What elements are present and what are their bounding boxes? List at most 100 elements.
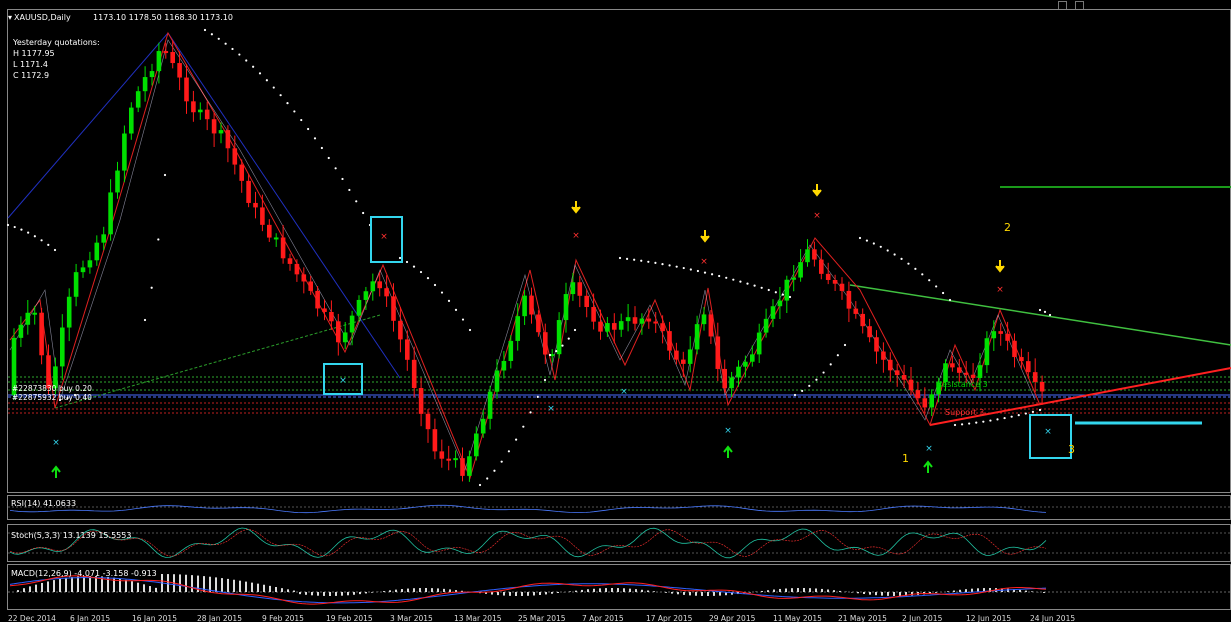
order-buy-1[interactable]: #22873830 buy 0.20 [12, 384, 92, 393]
psar-dot [836, 354, 839, 357]
candle-body [674, 350, 679, 360]
candle-body [846, 290, 852, 309]
psar-dot [640, 259, 643, 262]
candle-body [280, 237, 286, 259]
arrow-down-icon [571, 201, 581, 214]
psar-dot [829, 363, 832, 366]
psar-dot [419, 270, 423, 274]
candle-body [446, 458, 451, 461]
candle-body [301, 274, 307, 282]
candle-body [908, 379, 914, 391]
stoch-label: Stoch(5,3,3) 13.1139 15.5553 [11, 531, 131, 540]
candle-body [708, 314, 714, 337]
wave-label-1: 1 [902, 452, 909, 465]
candle-body [798, 262, 803, 278]
psar-dot [907, 262, 910, 265]
candle-body [770, 306, 776, 319]
psar-dot [661, 262, 664, 266]
candle-body [1019, 357, 1024, 362]
date-axis-label: 29 Apr 2015 [709, 614, 756, 622]
candle-body [729, 377, 734, 389]
candle-body [701, 314, 707, 325]
psar-dot [1031, 410, 1035, 413]
candle-body [819, 259, 824, 274]
date-axis-label: 9 Feb 2015 [262, 614, 304, 622]
dropdown-triangle-icon[interactable]: ▾ [8, 13, 12, 22]
candle-body [687, 349, 693, 364]
psar-dot [440, 291, 444, 294]
psar-dot [486, 477, 489, 480]
candle-body [853, 308, 859, 314]
candle-body [129, 107, 134, 134]
psar-dot [529, 411, 532, 414]
quotes-high: H 1177.95 [13, 49, 55, 58]
psar-dot [989, 419, 992, 422]
psar-dot [696, 269, 700, 273]
quotes-title: Yesterday quotations: [12, 38, 100, 47]
psar-dot [625, 257, 629, 260]
psar-dot [948, 298, 952, 302]
candle-body [115, 170, 120, 193]
arrow-down-icon [995, 260, 1005, 273]
psar-dot [793, 393, 797, 397]
psar-dot [279, 94, 282, 97]
candle-body [750, 354, 755, 362]
candle-body [184, 77, 189, 102]
psar-dot [307, 127, 310, 131]
psar-dot [1003, 416, 1006, 420]
candle-body [218, 130, 224, 134]
psar-dot [258, 72, 262, 75]
candle-body [881, 351, 886, 360]
psar-dot [405, 260, 409, 264]
arrow-up-icon [51, 465, 61, 478]
candle-body [563, 294, 569, 321]
resistance-label: Resistance 3 [937, 380, 988, 389]
psar-dot [157, 238, 160, 241]
psar-dot [461, 318, 465, 321]
psar-dot [879, 245, 882, 248]
psar-dot [886, 249, 889, 252]
candle-body [315, 290, 320, 309]
support-label: Support 3 [945, 408, 984, 417]
candle-body [287, 258, 293, 264]
psar-dot [968, 422, 971, 425]
macd-signal-line [9, 575, 1047, 605]
fractal-x-icon: × [996, 285, 1004, 295]
candle-body [591, 306, 596, 322]
price-chart[interactable]: × × × × × × × × × × × × XAUUSD,Daily 1173.10 1178.5… [0, 0, 1231, 622]
candle-body [922, 398, 928, 408]
date-axis-label: 22 Dec 2014 [8, 614, 56, 622]
candle-body [584, 295, 589, 307]
candle-body [570, 282, 576, 295]
candle-body [94, 242, 100, 261]
candle-body [839, 283, 845, 291]
psar-dot [210, 33, 213, 36]
psar-dot [914, 267, 917, 270]
psar-dot [1038, 408, 1042, 412]
psar-dot [710, 273, 714, 276]
candle-body [805, 249, 810, 263]
candle-body [308, 281, 313, 291]
psar-dot [238, 53, 241, 56]
candle-body [667, 331, 672, 351]
quotes-close: C 1172.9 [13, 71, 49, 80]
candle-body [204, 109, 210, 120]
wave-label-3: 3 [1068, 443, 1075, 456]
date-axis-label: 13 Mar 2015 [454, 614, 502, 622]
fractal-x-icon: × [813, 211, 821, 221]
candle-body [832, 279, 838, 284]
psar-dot [975, 421, 978, 424]
candle-body [73, 272, 79, 297]
psar-dot [781, 293, 785, 296]
candle-body [791, 277, 796, 280]
psar-dot [143, 318, 147, 322]
psar-dot [822, 371, 825, 374]
order-buy-2[interactable]: #22875932 buy 0.40 [12, 393, 92, 402]
candle-body [632, 317, 638, 324]
date-axis-label: 25 Mar 2015 [518, 614, 566, 622]
psar-dot [13, 225, 16, 229]
candle-body [784, 279, 790, 301]
chart-ohlc-label: 1173.10 1178.50 1168.30 1173.10 [93, 13, 233, 22]
psar-dot [433, 283, 437, 287]
psar-dot [1038, 308, 1042, 312]
